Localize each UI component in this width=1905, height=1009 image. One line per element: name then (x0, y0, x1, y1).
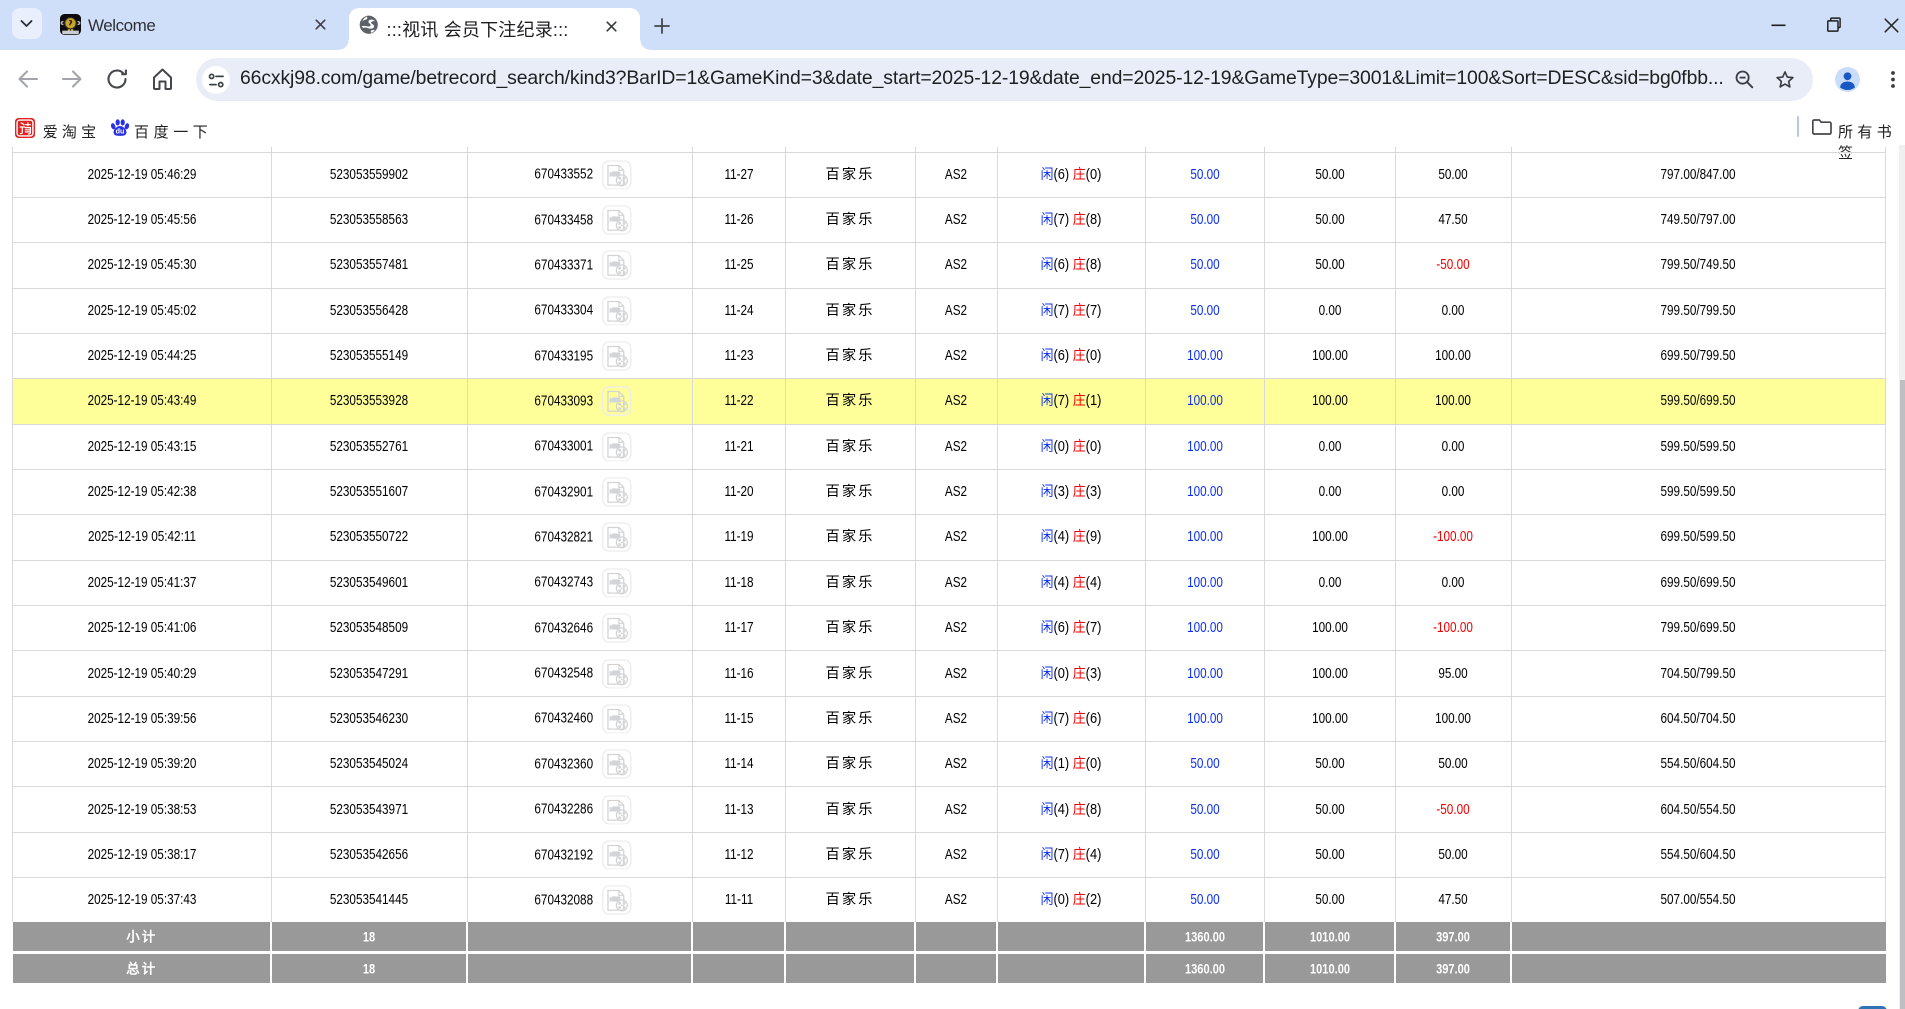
svg-text:du: du (116, 126, 125, 135)
